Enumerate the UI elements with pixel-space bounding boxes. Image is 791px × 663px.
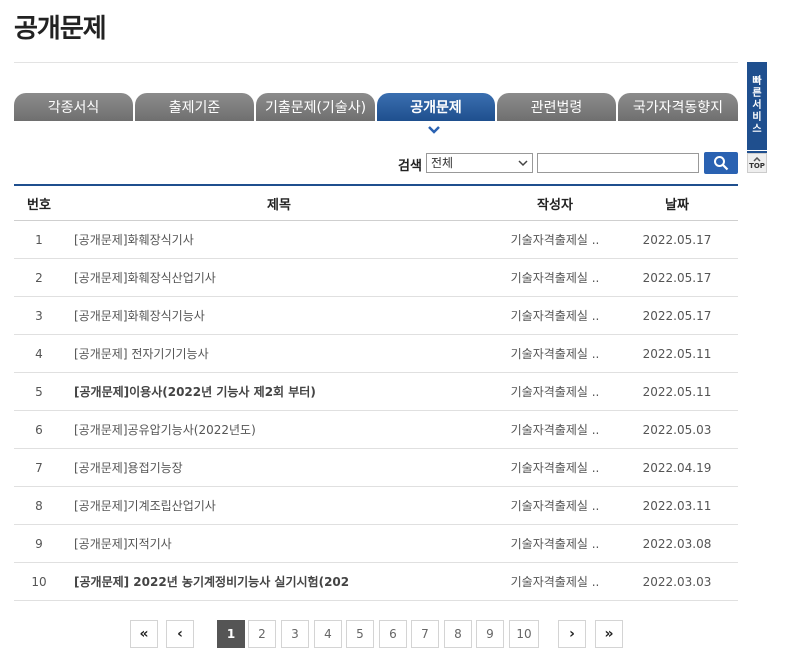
row-title-link[interactable]: [공개문제]이용사(2022년 기능사 제2회 부터) [64,383,494,400]
page-link[interactable]: 3 [281,620,309,648]
row-date: 2022.05.17 [642,308,712,323]
row-date: 2022.05.11 [642,346,712,361]
table-row[interactable]: 1 [공개문제]화훼장식기사 기술자격출제실 .. 2022.05.17 [14,221,738,259]
last-page-button[interactable]: » [595,620,623,648]
tab-public-questions[interactable]: 공개문제 [377,93,495,121]
page-link[interactable]: 4 [314,620,342,648]
row-num: 10 [31,574,47,589]
row-num: 9 [35,536,43,551]
top-label: TOP [749,161,765,170]
back-to-top-button[interactable]: TOP [747,153,767,173]
row-date: 2022.04.19 [642,460,712,475]
row-date: 2022.03.03 [642,574,712,589]
row-title-link[interactable]: [공개문제]기계조립산업기사 [64,497,494,514]
row-date: 2022.05.17 [642,232,712,247]
row-num: 8 [35,498,43,513]
page-link[interactable]: 9 [476,620,504,648]
table-row[interactable]: 8 [공개문제]기계조립산업기사 기술자격출제실 .. 2022.03.11 [14,487,738,525]
table-row[interactable]: 5 [공개문제]이용사(2022년 기능사 제2회 부터) 기술자격출제실 .. 20… [14,373,738,411]
row-date: 2022.03.11 [642,498,712,513]
row-date: 2022.05.17 [642,270,712,285]
search-button[interactable] [704,152,738,174]
page-link[interactable]: 10 [509,620,539,648]
table-header: 번호 제목 작성자 날짜 [14,186,738,221]
page-link[interactable]: 2 [248,620,276,648]
table-row[interactable]: 3 [공개문제]화훼장식기능사 기술자격출제실 .. 2022.05.17 [14,297,738,335]
page-title: 공개문제 [14,14,107,44]
row-title-link[interactable]: [공개문제]화훼장식기사 [64,231,494,248]
row-date: 2022.05.11 [642,384,712,399]
table-row[interactable]: 2 [공개문제]화훼장식산업기사 기술자격출제실 .. 2022.05.17 [14,259,738,297]
row-num: 5 [35,384,43,399]
table-row[interactable]: 10 [공개문제] 2022년 농기계정비기능사 실기시험(202 기술자격출제실 … [14,563,738,601]
header-author: 작성자 [537,197,573,213]
row-title-link[interactable]: [공개문제]공유압기능사(2022년도) [64,421,494,438]
row-title-link[interactable]: [공개문제] 전자기기기능사 [64,345,494,362]
row-num: 7 [35,460,43,475]
tab-qualification-trends[interactable]: 국가자격동향지 [618,93,738,121]
row-title-link[interactable]: [공개문제]화훼장식산업기사 [64,269,494,286]
tab-past-exams[interactable]: 기출문제(기술사) [256,93,375,121]
quick-service-button[interactable]: 빠른서비스 [747,62,767,150]
row-author: 기술자격출제실 .. [510,385,600,399]
page-link[interactable]: 6 [379,620,407,648]
search-scope-value: 전체 [431,156,454,170]
tab-exam-criteria[interactable]: 출제기준 [135,93,254,121]
row-author: 기술자격출제실 .. [510,499,600,513]
row-author: 기술자격출제실 .. [510,575,600,589]
row-title-link[interactable]: [공개문제]화훼장식기능사 [64,307,494,324]
chevron-down-icon [518,160,528,167]
tab-bar: 각종서식 출제기준 기출문제(기술사) 공개문제 관련법령 국가자격동향지 [14,93,738,121]
row-date: 2022.05.03 [642,422,712,437]
table-row[interactable]: 7 [공개문제]용접기능장 기술자격출제실 .. 2022.04.19 [14,449,738,487]
quick-menu: 빠른서비스 TOP [747,62,767,174]
page-link[interactable]: 5 [346,620,374,648]
search-bar: 검색 전체 [0,152,791,176]
header-num: 번호 [27,197,51,213]
page-link[interactable]: 8 [444,620,472,648]
row-author: 기술자격출제실 .. [510,233,600,247]
row-num: 6 [35,422,43,437]
prev-page-button[interactable]: ‹ [166,620,194,648]
next-page-button[interactable]: › [558,620,586,648]
page-link[interactable]: 7 [411,620,439,648]
row-num: 4 [35,346,43,361]
table-row[interactable]: 6 [공개문제]공유압기능사(2022년도) 기술자격출제실 .. 2022.05.0… [14,411,738,449]
row-author: 기술자격출제실 .. [510,537,600,551]
search-icon [714,156,729,171]
row-num: 3 [35,308,43,323]
search-label: 검색 [398,159,422,174]
row-author: 기술자격출제실 .. [510,309,600,323]
row-title-link[interactable]: [공개문제] 2022년 농기계정비기능사 실기시험(202 [64,573,494,590]
header-date: 날짜 [665,197,689,213]
row-title-link[interactable]: [공개문제]용접기능장 [64,459,494,476]
tab-forms[interactable]: 각종서식 [14,93,133,121]
title-divider [14,62,738,63]
row-date: 2022.03.08 [642,536,712,551]
header-title: 제목 [267,197,291,213]
table-row[interactable]: 4 [공개문제] 전자기기기능사 기술자격출제실 .. 2022.05.11 [14,335,738,373]
row-author: 기술자격출제실 .. [510,461,600,475]
row-author: 기술자격출제실 .. [510,347,600,361]
search-scope-select[interactable]: 전체 [426,153,533,173]
first-page-button[interactable]: « [130,620,158,648]
board-table: 번호 제목 작성자 날짜 1 [공개문제]화훼장식기사 기술자격출제실 .. 2022… [14,184,738,601]
page-link[interactable]: 1 [217,620,245,648]
row-num: 1 [35,232,43,247]
row-author: 기술자격출제실 .. [510,271,600,285]
row-title-link[interactable]: [공개문제]지적기사 [64,535,494,552]
tab-related-laws[interactable]: 관련법령 [497,93,616,121]
chevron-down-icon [428,126,440,134]
table-row[interactable]: 9 [공개문제]지적기사 기술자격출제실 .. 2022.03.08 [14,525,738,563]
pagination: « ‹ 1 2 3 4 5 6 7 8 9 10 › » [0,620,791,648]
search-input[interactable] [537,153,699,173]
row-num: 2 [35,270,43,285]
row-author: 기술자격출제실 .. [510,423,600,437]
